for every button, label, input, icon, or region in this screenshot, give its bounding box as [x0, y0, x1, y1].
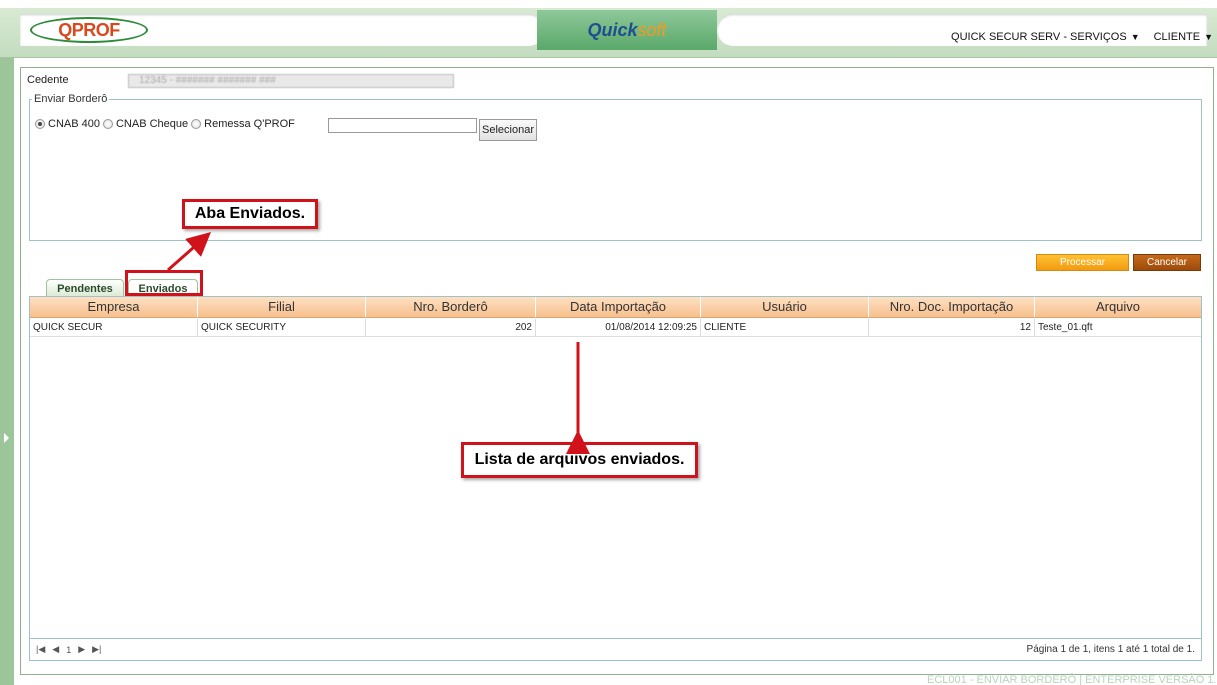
file-type-radio-group: CNAB 400 CNAB Cheque Remessa Q'PROF: [35, 118, 298, 130]
column-header-usuario[interactable]: Usuário: [701, 297, 869, 317]
tab-highlight-box: [125, 270, 203, 296]
chevron-down-icon: ▼: [1130, 32, 1140, 42]
radio-label-cnab-400: CNAB 400: [48, 118, 100, 130]
select-file-button[interactable]: Selecionar: [479, 119, 537, 141]
qprof-logo: QPROF: [30, 17, 148, 43]
first-page-icon[interactable]: |◀: [36, 644, 45, 655]
cell-data: 01/08/2014 12:09:25: [536, 319, 701, 336]
file-path-input[interactable]: [328, 118, 477, 133]
next-page-icon[interactable]: ▶: [78, 644, 85, 655]
company-menu-label: QUICK SECUR SERV - SERVIÇOS: [951, 31, 1127, 43]
grid-header: Empresa Filial Nro. Borderô Data Importa…: [30, 297, 1201, 318]
cell-usuario: CLIENTE: [701, 319, 869, 336]
brand-part-quick: Quick: [587, 19, 638, 40]
column-header-filial[interactable]: Filial: [198, 297, 366, 317]
radio-cnab-cheque[interactable]: [102, 119, 113, 129]
pager: |◀ ◀ 1 ▶ ▶|: [36, 644, 101, 655]
cell-bordero: 202: [366, 319, 536, 336]
list-callout: Lista de arquivos enviados.: [461, 442, 698, 478]
side-collapse-rail[interactable]: [0, 58, 14, 685]
quicksoft-brand: Quick soft: [537, 10, 717, 50]
tab-callout: Aba Enviados.: [182, 199, 318, 229]
company-menu[interactable]: QUICK SECUR SERV - SERVIÇOS ▼: [951, 31, 1140, 43]
radio-remessa-qprof[interactable]: [191, 119, 202, 129]
cell-empresa: QUICK SECUR: [30, 319, 198, 336]
column-header-empresa[interactable]: Empresa: [30, 297, 198, 317]
expand-arrow-icon: [4, 433, 9, 443]
column-header-doc[interactable]: Nro. Doc. Importação: [869, 297, 1035, 317]
column-header-data[interactable]: Data Importação: [536, 297, 701, 317]
user-menu[interactable]: CLIENTE ▼: [1154, 31, 1213, 43]
fieldset-legend: Enviar Borderô: [32, 93, 110, 105]
cell-filial: QUICK SECURITY: [198, 319, 366, 336]
radio-label-remessa-qprof: Remessa Q'PROF: [204, 118, 295, 130]
process-button[interactable]: Processar: [1036, 254, 1129, 271]
current-page[interactable]: 1: [66, 645, 71, 655]
top-menus: QUICK SECUR SERV - SERVIÇOS ▼ CLIENTE ▼: [951, 31, 1213, 43]
column-header-arquivo[interactable]: Arquivo: [1035, 297, 1201, 317]
tab-pendentes[interactable]: Pendentes: [46, 279, 124, 297]
radio-cnab-400[interactable]: [35, 119, 45, 129]
column-header-bordero[interactable]: Nro. Borderô: [366, 297, 536, 317]
last-page-icon[interactable]: ▶|: [92, 644, 101, 655]
cell-arquivo: Teste_01.qft: [1038, 322, 1093, 333]
cedente-label: Cedente: [27, 74, 69, 86]
cancel-button[interactable]: Cancelar: [1133, 254, 1201, 271]
prev-page-icon[interactable]: ◀: [52, 644, 59, 655]
pager-summary: Página 1 de 1, itens 1 até 1 total de 1.: [1026, 644, 1195, 655]
grid-footer: |◀ ◀ 1 ▶ ▶| Página 1 de 1, itens 1 até 1…: [30, 638, 1201, 660]
cell-doc: 12: [869, 319, 1035, 336]
cedente-field: 12345 - ####### ####### ###: [128, 74, 454, 88]
sent-files-grid: Empresa Filial Nro. Borderô Data Importa…: [29, 296, 1202, 661]
brand-part-soft: soft: [637, 19, 667, 40]
user-menu-label: CLIENTE: [1153, 31, 1201, 43]
chevron-down-icon: ▼: [1204, 32, 1213, 42]
radio-label-cnab-cheque: CNAB Cheque: [115, 118, 189, 130]
table-row[interactable]: QUICK SECUR QUICK SECURITY 202 01/08/201…: [30, 319, 1201, 337]
version-footer: ECL001 - ENVIAR BORDERÔ | ENTERPRISE VER…: [927, 674, 1217, 685]
